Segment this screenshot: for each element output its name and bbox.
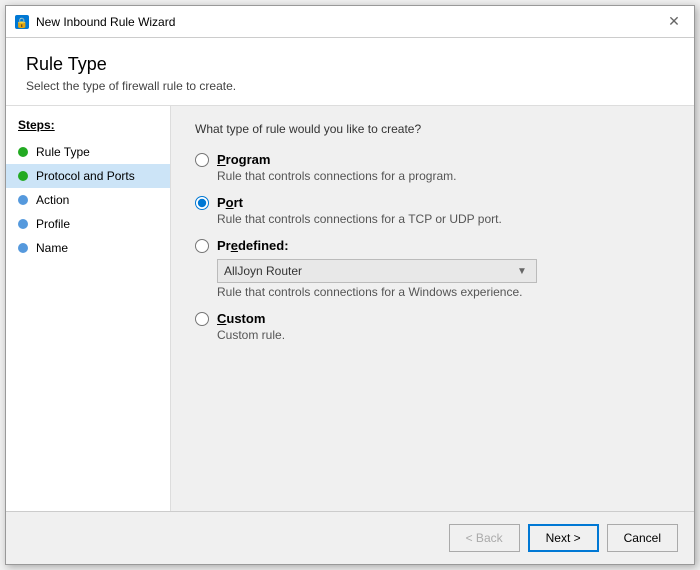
page-subtitle: Select the type of firewall rule to crea…: [26, 79, 674, 93]
step-label-action: Action: [36, 193, 69, 207]
back-button[interactable]: < Back: [449, 524, 520, 552]
option-custom-row: Custom: [195, 311, 670, 326]
radio-predefined[interactable]: [195, 239, 209, 253]
close-button[interactable]: ✕: [662, 10, 686, 34]
step-label-rule-type: Rule Type: [36, 145, 90, 159]
option-program-desc: Rule that controls connections for a pro…: [217, 169, 670, 183]
wizard-window: 🔒 New Inbound Rule Wizard ✕ Rule Type Se…: [5, 5, 695, 565]
option-predefined-row: Predefined:: [195, 238, 670, 253]
step-dot-name: [18, 243, 28, 253]
title-bar-text: New Inbound Rule Wizard: [36, 15, 662, 29]
step-dot-protocol-ports: [18, 171, 28, 181]
predefined-dropdown[interactable]: AllJoyn Router: [217, 259, 537, 283]
option-port-desc: Rule that controls connections for a TCP…: [217, 212, 670, 226]
radio-program[interactable]: [195, 153, 209, 167]
option-port-row: Port: [195, 195, 670, 210]
content-area: Steps: Rule Type Protocol and Ports Acti…: [6, 106, 694, 511]
option-program-underline: P: [217, 152, 226, 167]
sidebar: Steps: Rule Type Protocol and Ports Acti…: [6, 106, 171, 511]
step-label-name: Name: [36, 241, 68, 255]
predefined-dropdown-wrapper: AllJoyn Router ▼: [217, 259, 670, 283]
option-port: Port Rule that controls connections for …: [195, 195, 670, 226]
title-bar: 🔒 New Inbound Rule Wizard ✕: [6, 6, 694, 38]
step-label-profile: Profile: [36, 217, 70, 231]
option-predefined-underline: e: [231, 238, 238, 253]
option-predefined: Predefined: AllJoyn Router ▼ Rule that c…: [195, 238, 670, 299]
step-dot-rule-type: [18, 147, 28, 157]
option-predefined-desc: Rule that controls connections for a Win…: [217, 285, 670, 299]
sidebar-item-profile[interactable]: Profile: [6, 212, 170, 236]
sidebar-item-rule-type[interactable]: Rule Type: [6, 140, 170, 164]
header-section: Rule Type Select the type of firewall ru…: [6, 38, 694, 106]
option-custom-desc: Custom rule.: [217, 328, 670, 342]
radio-port[interactable]: [195, 196, 209, 210]
radio-custom[interactable]: [195, 312, 209, 326]
svg-text:🔒: 🔒: [16, 17, 28, 29]
main-panel: What type of rule would you like to crea…: [171, 106, 694, 511]
next-button[interactable]: Next >: [528, 524, 599, 552]
option-group: Program Rule that controls connections f…: [195, 152, 670, 342]
option-custom-label[interactable]: Custom: [217, 311, 265, 326]
option-port-underline: o: [226, 195, 234, 210]
footer: < Back Next > Cancel: [6, 511, 694, 564]
page-title: Rule Type: [26, 54, 674, 75]
wizard-icon: 🔒: [14, 14, 30, 30]
option-custom-underline: C: [217, 311, 226, 326]
option-port-label[interactable]: Port: [217, 195, 243, 210]
step-dot-action: [18, 195, 28, 205]
option-program-row: Program: [195, 152, 670, 167]
sidebar-item-protocol-ports[interactable]: Protocol and Ports: [6, 164, 170, 188]
steps-label: Steps:: [6, 118, 170, 140]
option-program-label[interactable]: Program: [217, 152, 270, 167]
cancel-button[interactable]: Cancel: [607, 524, 678, 552]
sidebar-item-name[interactable]: Name: [6, 236, 170, 260]
step-label-protocol-ports: Protocol and Ports: [36, 169, 135, 183]
option-custom: Custom Custom rule.: [195, 311, 670, 342]
question-text: What type of rule would you like to crea…: [195, 122, 670, 136]
option-program: Program Rule that controls connections f…: [195, 152, 670, 183]
option-predefined-label[interactable]: Predefined:: [217, 238, 289, 253]
sidebar-item-action[interactable]: Action: [6, 188, 170, 212]
step-dot-profile: [18, 219, 28, 229]
